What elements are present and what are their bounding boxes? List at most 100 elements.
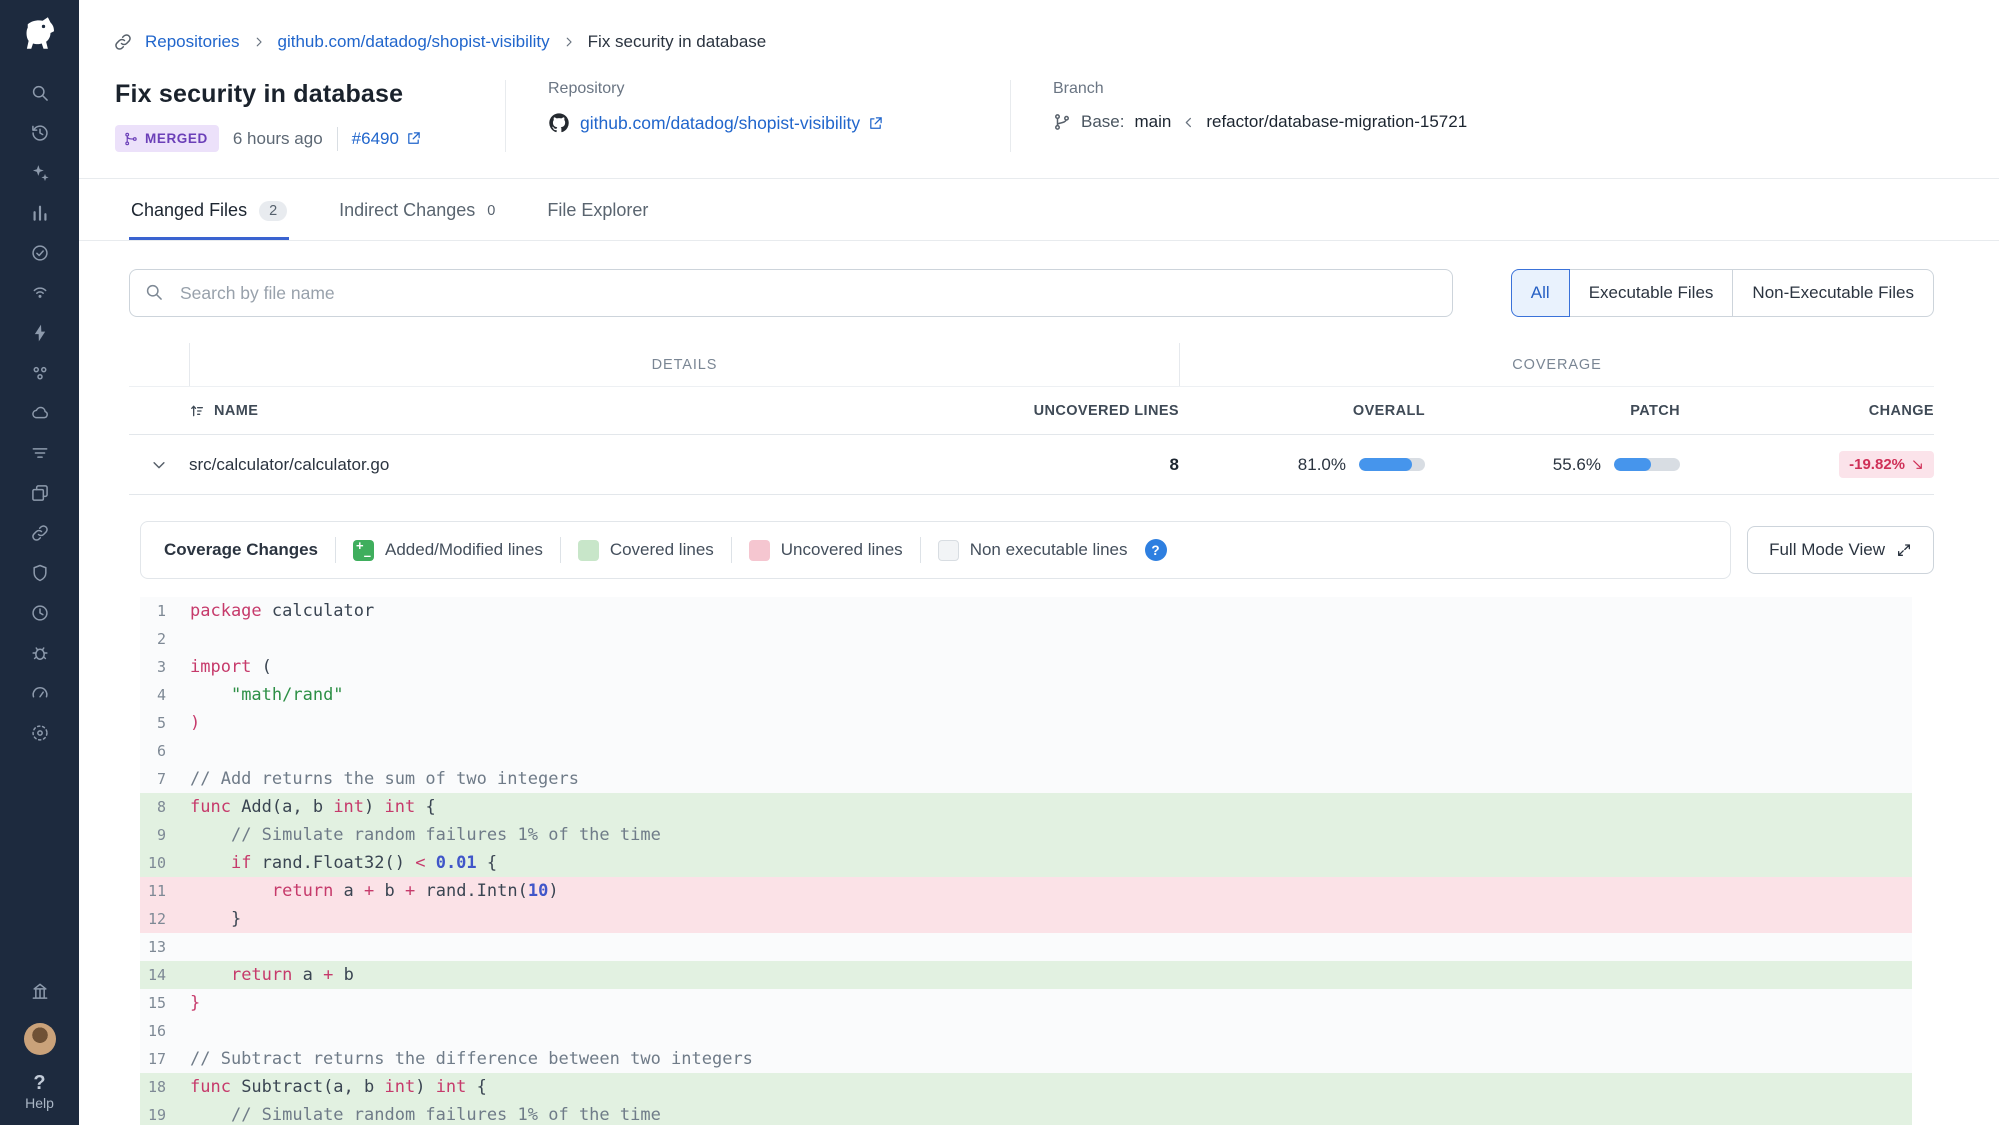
code-line: 18func Subtract(a, b int) int { (140, 1073, 1912, 1101)
code-line: 2 (140, 625, 1912, 653)
filter-executable-files[interactable]: Executable Files (1569, 269, 1734, 317)
breadcrumb-item-github-com-datadog-shopist-visibility[interactable]: github.com/datadog/shopist-visibility (278, 32, 550, 52)
legend-item-nonexec: Non executable lines (938, 540, 1128, 561)
user-avatar[interactable] (24, 1023, 56, 1055)
line-number: 11 (140, 882, 190, 900)
code-line: 10 if rand.Float32() < 0.01 { (140, 849, 1912, 877)
column-header-patch: PATCH (1425, 403, 1680, 419)
table-group-header: DETAILS COVERAGE (129, 343, 1934, 387)
divider (335, 537, 336, 563)
repository-link[interactable]: github.com/datadog/shopist-visibility (580, 113, 883, 134)
code-line: 7// Add returns the sum of two integers (140, 765, 1912, 793)
pr-number-link[interactable]: #6490 (352, 129, 421, 149)
file-controls: AllExecutable FilesNon-Executable Files (79, 241, 1999, 337)
line-number: 4 (140, 686, 190, 704)
overall-coverage-bar (1359, 458, 1425, 471)
link-chain-icon[interactable] (28, 521, 52, 545)
patch-coverage: 55.6% (1425, 455, 1680, 475)
git-branch-icon (1053, 113, 1071, 131)
file-search (129, 269, 1453, 317)
tab-indirect-changes[interactable]: Indirect Changes0 (337, 179, 497, 240)
clock-icon[interactable] (28, 601, 52, 625)
nonexec-lines-swatch (938, 540, 959, 561)
tab-label: File Explorer (547, 200, 648, 221)
org-dots-icon[interactable] (28, 361, 52, 385)
code-line: 11 return a + b + rand.Intn(10) (140, 877, 1912, 905)
lightning-icon[interactable] (28, 321, 52, 345)
sidebar-bottom: Help (24, 979, 56, 1125)
full-mode-view-button[interactable]: Full Mode View (1747, 526, 1934, 574)
sort-icon (189, 403, 205, 419)
legend-item-uncovered: Uncovered lines (749, 540, 903, 561)
app-windows-icon[interactable] (28, 481, 52, 505)
file-type-filter: AllExecutable FilesNon-Executable Files (1511, 269, 1934, 317)
line-number: 12 (140, 910, 190, 928)
legend-item-covered: Covered lines (578, 540, 714, 561)
file-name: src/calculator/calculator.go (189, 455, 949, 475)
divider (560, 537, 561, 563)
expand-icon (1896, 542, 1912, 558)
help-tooltip-icon[interactable] (1145, 539, 1167, 561)
uncovered-lines-value: 8 (949, 455, 1179, 475)
gauge-icon[interactable] (28, 681, 52, 705)
repository-label: Repository (548, 80, 1010, 98)
broadcast-icon[interactable] (28, 281, 52, 305)
datadog-logo[interactable] (19, 12, 61, 59)
code-viewer: 1package calculator23import (4 "math/ran… (140, 597, 1912, 1125)
line-number: 13 (140, 938, 190, 956)
history-icon[interactable] (28, 121, 52, 145)
table-column-header: NAME UNCOVERED LINES OVERALL PATCH CHANG… (129, 387, 1934, 435)
line-number: 2 (140, 630, 190, 648)
line-number: 15 (140, 994, 190, 1012)
line-number: 7 (140, 770, 190, 788)
spiral-icon[interactable] (28, 721, 52, 745)
change-badge: -19.82% (1839, 451, 1934, 478)
code-line: 1package calculator (140, 597, 1912, 625)
tab-file-explorer[interactable]: File Explorer (545, 179, 650, 240)
tab-count: 0 (487, 203, 495, 219)
tabs: Changed Files2 Indirect Changes0 File Expl… (79, 179, 1999, 241)
code-line: 9 // Simulate random failures 1% of the … (140, 821, 1912, 849)
column-header-change: CHANGE (1680, 403, 1934, 419)
base-branch: main (1134, 112, 1171, 132)
row-expand-chevron[interactable] (129, 456, 189, 474)
covered-lines-swatch (578, 540, 599, 561)
sidebar-item-help[interactable]: Help (25, 1073, 54, 1111)
pipeline-check-icon[interactable] (28, 241, 52, 265)
shield-icon[interactable] (28, 561, 52, 585)
code-line: 17// Subtract returns the difference bet… (140, 1045, 1912, 1073)
filter-all[interactable]: All (1511, 269, 1570, 317)
divider (731, 537, 732, 563)
external-link-icon (868, 116, 883, 131)
cloud-sync-icon[interactable] (28, 401, 52, 425)
main-content: Repositories github.com/datadog/shopist-v… (79, 0, 1999, 1125)
bar-chart-icon[interactable] (28, 201, 52, 225)
help-icon (33, 1073, 45, 1093)
line-number: 16 (140, 1022, 190, 1040)
filter-lines-icon[interactable] (28, 441, 52, 465)
line-number: 18 (140, 1078, 190, 1096)
building-icon[interactable] (28, 979, 52, 1003)
filter-non-executable-files[interactable]: Non-Executable Files (1732, 269, 1934, 317)
column-header-name[interactable]: NAME (189, 403, 949, 419)
bug-icon[interactable] (28, 641, 52, 665)
table-row[interactable]: src/calculator/calculator.go 8 81.0% 55.… (129, 435, 1934, 495)
legend-row: Coverage Changes Added/Modified linesCov… (140, 521, 1934, 579)
patch-coverage-bar (1614, 458, 1680, 471)
help-label: Help (25, 1095, 54, 1111)
column-header-overall: OVERALL (1179, 403, 1425, 419)
column-header-uncovered-lines: UNCOVERED LINES (949, 403, 1179, 419)
code-line: 16 (140, 1017, 1912, 1045)
code-line: 8func Add(a, b int) int { (140, 793, 1912, 821)
search-icon[interactable] (28, 81, 52, 105)
line-number: 3 (140, 658, 190, 676)
search-input[interactable] (129, 269, 1453, 317)
tab-changed-files[interactable]: Changed Files2 (129, 179, 289, 240)
line-number: 9 (140, 826, 190, 844)
external-link-icon (406, 131, 421, 146)
breadcrumb-item-repositories[interactable]: Repositories (145, 32, 240, 52)
line-number: 14 (140, 966, 190, 984)
added-lines-swatch (353, 540, 374, 561)
line-number: 10 (140, 854, 190, 872)
sparkles-icon[interactable] (28, 161, 52, 185)
